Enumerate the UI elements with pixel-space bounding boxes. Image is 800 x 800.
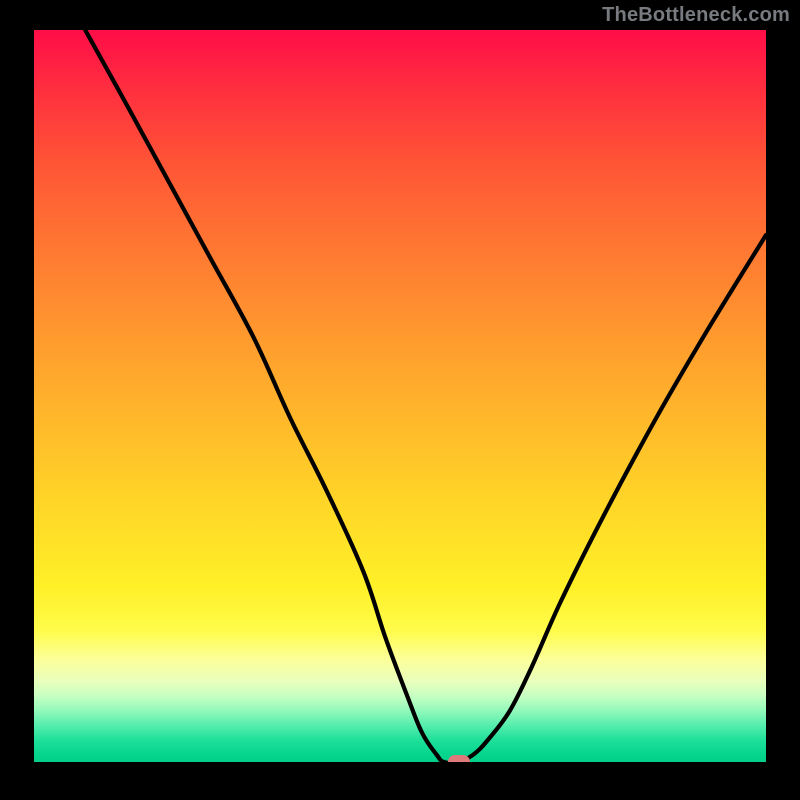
bottleneck-curve [34,30,766,762]
plot-area [34,30,766,762]
watermark-text: TheBottleneck.com [602,4,790,27]
bottleneck-curve-path [85,30,766,762]
chart-stage: TheBottleneck.com [0,0,800,800]
optimal-point-marker [448,755,470,762]
